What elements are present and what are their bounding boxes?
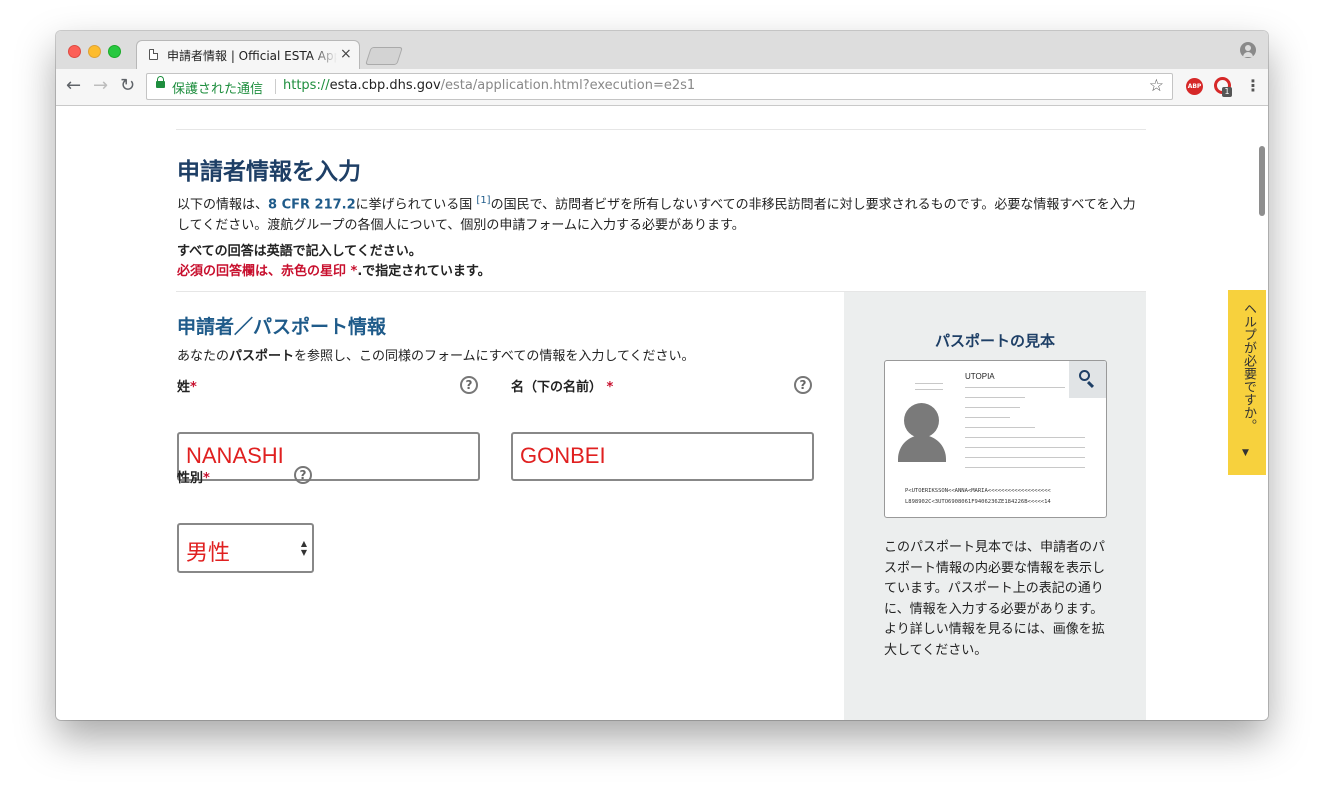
section-description: あなたのパスポートを参照し、この同様のフォームにすべての情報を入力してください。	[177, 345, 695, 364]
passport-text-line	[965, 437, 1085, 438]
required-asterisk: *	[203, 471, 210, 486]
zoom-window-button[interactable]	[108, 45, 121, 58]
select-arrows-icon: ▲ ▼	[300, 539, 307, 557]
given-name-label-text: 名（下の名前）	[511, 380, 603, 395]
address-bar[interactable]: 保護された通信 https://esta.cbp.dhs.gov/esta/ap…	[146, 73, 1173, 100]
zoom-button[interactable]	[1069, 361, 1106, 398]
section-title: 申請者／パスポート情報	[177, 316, 387, 338]
scrollbar-thumb[interactable]	[1259, 146, 1265, 216]
passport-mrz-line: P<UTOERIKSSON<<ANNA<MARIA<<<<<<<<<<<<<<<…	[905, 488, 1051, 494]
passport-mrz-line: L898902C<3UTO6908061F9406236ZE184226B<<<…	[905, 499, 1051, 505]
url-host: esta.cbp.dhs.gov	[329, 78, 441, 93]
surname-label-text: 姓	[177, 380, 191, 395]
section-desc-bold: パスポート	[229, 349, 295, 364]
passport-sample-panel: パスポートの見本 UTOPIA P<UTOERIKSSON<<ANNA<MARI…	[844, 292, 1146, 720]
gender-label-text: 性別	[177, 471, 204, 486]
english-note: すべての回答は英語で記入してください。	[177, 244, 422, 259]
tab-close-icon[interactable]: ×	[340, 46, 352, 62]
passport-sample-description: このパスポート見本では、申請者のパスポート情報の内必要な情報を表示しています。パ…	[884, 540, 1106, 658]
close-window-button[interactable]	[68, 45, 81, 58]
surname-input[interactable]: NANASHI	[177, 432, 480, 481]
url-scheme: https://	[283, 78, 330, 93]
new-tab-button[interactable]	[365, 47, 403, 65]
gender-help-icon[interactable]: ?	[294, 466, 312, 484]
passport-text-line	[965, 447, 1085, 448]
passport-text-line	[965, 467, 1085, 468]
surname-label: 姓*	[177, 376, 197, 395]
passport-sample-image[interactable]: UTOPIA P<UTOERIKSSON<<ANNA<MARIA<<<<<<<<…	[884, 360, 1107, 518]
required-note-suffix: .で指定されています。	[357, 264, 491, 279]
gender-select[interactable]: 男性 ▲ ▼	[177, 523, 314, 573]
magnifier-icon	[1079, 370, 1090, 381]
intro-text-part: に挙げられている国	[355, 197, 477, 213]
passport-text-line	[915, 389, 943, 390]
reload-icon[interactable]: ↻	[120, 77, 135, 95]
required-asterisk: *	[190, 380, 197, 395]
passport-text-line	[965, 387, 1065, 388]
scrollbar[interactable]	[1256, 106, 1268, 720]
intro-text-part: 以下の情報は、	[177, 197, 269, 213]
bookmark-star-icon[interactable]: ☆	[1149, 76, 1164, 96]
back-arrow-icon[interactable]: ←	[66, 77, 81, 95]
footnote-link[interactable]: [1]	[476, 195, 490, 206]
menu-dots-icon[interactable]: ⋮	[1245, 77, 1261, 95]
given-name-label: 名（下の名前） *	[511, 376, 613, 395]
title-bar: 申請者情報 | Official ESTA Application ×	[56, 31, 1268, 69]
gender-selected-value: 男性	[186, 541, 231, 566]
help-tab-arrow-icon: ▼	[1242, 448, 1249, 458]
passport-text-line	[965, 407, 1020, 408]
required-note-text: 必須の回答欄は、赤色の星印 *	[177, 264, 358, 279]
page-title: 申請者情報を入力	[177, 159, 361, 185]
profile-icon[interactable]	[1240, 42, 1256, 58]
browser-toolbar: ← → ↻ 保護された通信 https://esta.cbp.dhs.gov/e…	[56, 69, 1268, 106]
browser-window: 申請者情報 | Official ESTA Application × ← → …	[56, 31, 1268, 720]
divider	[176, 129, 1146, 130]
given-name-help-icon[interactable]: ?	[794, 376, 812, 394]
tab-title: 申請者情報 | Official ESTA Application	[167, 49, 337, 63]
document-icon	[149, 49, 158, 60]
lock-icon	[156, 76, 165, 88]
secure-connection-label[interactable]: 保護された通信	[172, 78, 263, 97]
cfr-link[interactable]: 8 CFR 217.2	[268, 197, 356, 212]
forward-arrow-icon[interactable]: →	[93, 77, 108, 95]
passport-text-line	[965, 417, 1010, 418]
extension-badge: 1	[1222, 87, 1232, 97]
passport-text-line	[965, 457, 1085, 458]
address-divider	[275, 79, 276, 94]
passport-photo-head	[904, 403, 939, 438]
url-text[interactable]: https://esta.cbp.dhs.gov/esta/applicatio…	[283, 78, 695, 93]
gender-label: 性別*	[177, 467, 210, 486]
passport-text-line	[965, 397, 1025, 398]
given-name-input[interactable]: GONBEI	[511, 432, 814, 481]
adblock-icon[interactable]: ABP	[1186, 78, 1203, 95]
url-path: /esta/application.html?execution=e2s1	[440, 78, 696, 93]
page-content: 申請者情報を入力 以下の情報は、8 CFR 217.2に挙げられている国 [1]…	[56, 106, 1268, 720]
passport-sample-title: パスポートの見本	[934, 332, 1055, 350]
section-desc-part: あなたの	[177, 349, 230, 364]
passport-country: UTOPIA	[965, 372, 995, 381]
required-asterisk: *	[606, 380, 614, 395]
passport-photo-body	[898, 435, 946, 462]
browser-tab[interactable]: 申請者情報 | Official ESTA Application ×	[136, 40, 360, 69]
surname-help-icon[interactable]: ?	[460, 376, 478, 394]
minimize-window-button[interactable]	[88, 45, 101, 58]
passport-text-line	[915, 383, 943, 384]
required-note: 必須の回答欄は、赤色の星印 *.で指定されています。	[177, 260, 491, 279]
passport-text-line	[965, 427, 1035, 428]
section-desc-part: を参照し、この同様のフォームにすべての情報を入力してください。	[294, 349, 695, 364]
intro-text: 以下の情報は、8 CFR 217.2に挙げられている国 [1]の国民で、訪問者ビ…	[177, 190, 1142, 236]
